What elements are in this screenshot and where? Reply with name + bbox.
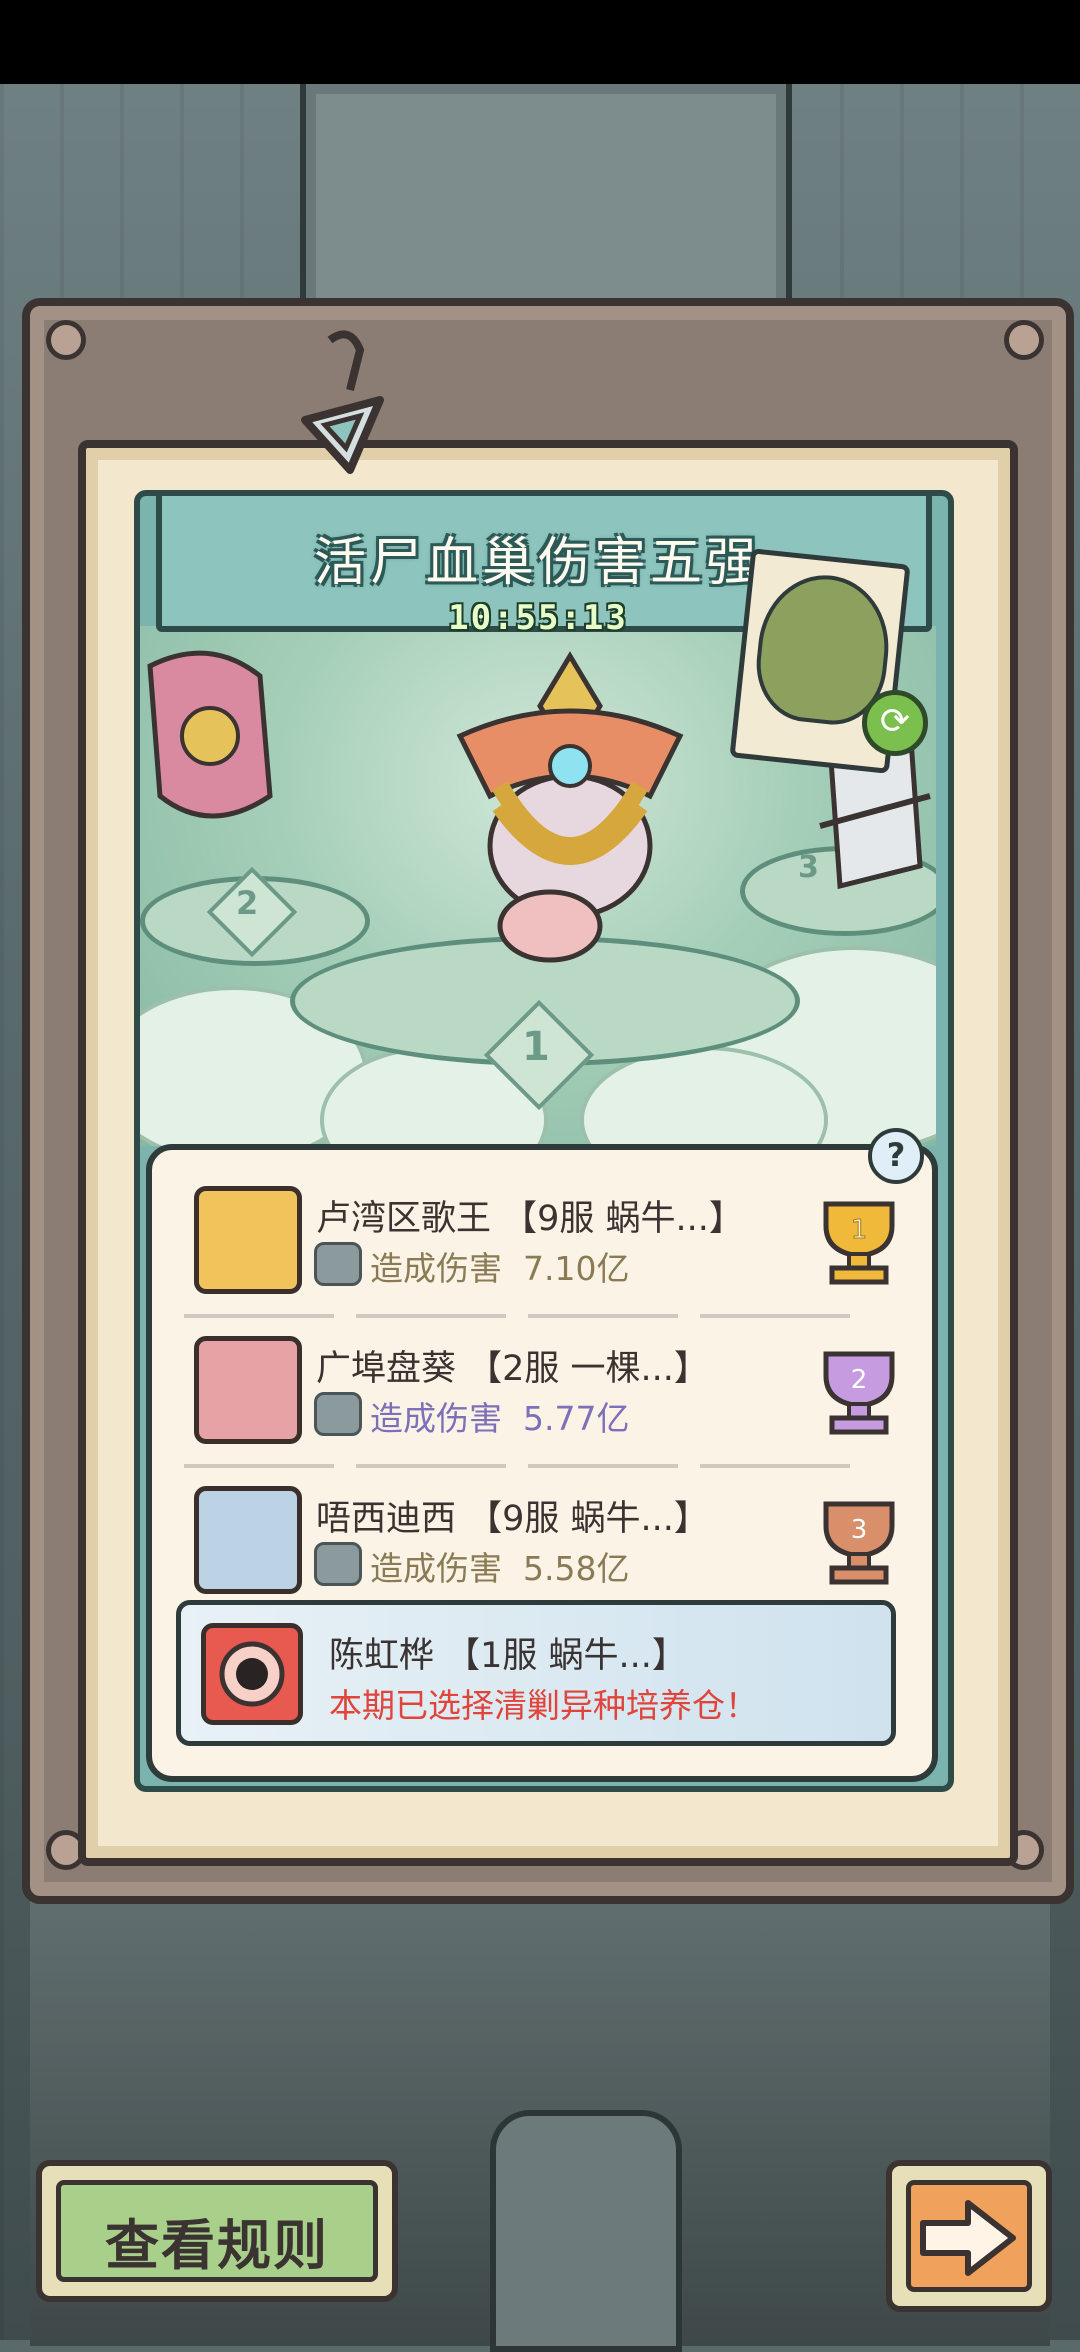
silver-trophy-icon: 2: [823, 1351, 895, 1435]
help-button[interactable]: ?: [868, 1128, 924, 1184]
refresh-icon[interactable]: ⟳: [862, 690, 928, 756]
damage-value: 7.10亿: [522, 1249, 630, 1288]
view-rules-button[interactable]: 查看规则: [36, 2160, 398, 2302]
damage-icon: [314, 1392, 362, 1436]
eye-icon: [219, 1641, 285, 1707]
damage-text: 造成伤害 5.77亿: [370, 1392, 629, 1440]
bronze-trophy-icon: 3: [823, 1501, 895, 1585]
damage-label: 造成伤害: [370, 1249, 502, 1288]
boss-figure: [456, 651, 684, 963]
second-place-figure: [147, 650, 273, 819]
trophy-rank: 3: [851, 1515, 868, 1545]
damage-icon: [314, 1242, 362, 1286]
my-status: 本期已选择清剿异种培养仓！: [329, 1686, 758, 1725]
gold-trophy-icon: 1: [823, 1201, 895, 1285]
paper-clip-icon: [301, 330, 384, 474]
damage-icon: [314, 1542, 362, 1586]
bolt: [1004, 320, 1044, 360]
leaderboard-row-2[interactable]: 广埠盘葵 【2服 一棵...】 造成伤害 5.77亿 2: [190, 1336, 910, 1456]
trophy-rank: 1: [851, 1215, 868, 1245]
player-name: 广埠盘葵 【2服 一棵...】: [316, 1349, 709, 1389]
player-avatar: [194, 1486, 302, 1594]
status-bar: [0, 0, 1080, 84]
view-rules-label: 查看规则: [105, 2213, 329, 2277]
row-divider: [184, 1464, 864, 1468]
trophy-rank: 2: [851, 1365, 868, 1395]
leaderboard-row-1[interactable]: 卢湾区歌王 【9服 蜗牛...】 造成伤害 7.10亿 1: [190, 1186, 910, 1306]
row-divider: [184, 1314, 864, 1318]
next-button-face: [906, 2180, 1032, 2292]
player-name: 唔西迪西 【9服 蜗牛...】: [316, 1499, 709, 1539]
next-button[interactable]: [886, 2160, 1052, 2312]
damage-label: 造成伤害: [370, 1399, 502, 1438]
player-avatar: [194, 1336, 302, 1444]
arrow-right-icon: [920, 2200, 1016, 2276]
player-name: 卢湾区歌王 【9服 蜗牛...】: [316, 1199, 744, 1239]
bolt: [46, 320, 86, 360]
leaderboard-row-3[interactable]: 唔西迪西 【9服 蜗牛...】 造成伤害 5.58亿 3: [190, 1486, 910, 1606]
rank-number: 1: [522, 1024, 550, 1070]
damage-text: 造成伤害 7.10亿: [370, 1242, 629, 1290]
damage-value: 5.77亿: [522, 1399, 630, 1438]
gas-tank: [490, 2110, 682, 2352]
my-name: 陈虹桦 【1服 蜗牛...】: [329, 1636, 687, 1676]
player-avatar: [194, 1186, 302, 1294]
my-ranking-row[interactable]: 陈虹桦 【1服 蜗牛...】 本期已选择清剿异种培养仓！: [176, 1600, 896, 1746]
rank-number: 2: [236, 884, 259, 922]
damage-text: 造成伤害 5.58亿: [370, 1542, 629, 1590]
view-rules-button-face: 查看规则: [56, 2180, 378, 2282]
player-avatar: [201, 1623, 303, 1725]
damage-value: 5.58亿: [522, 1549, 630, 1588]
damage-label: 造成伤害: [370, 1549, 502, 1588]
